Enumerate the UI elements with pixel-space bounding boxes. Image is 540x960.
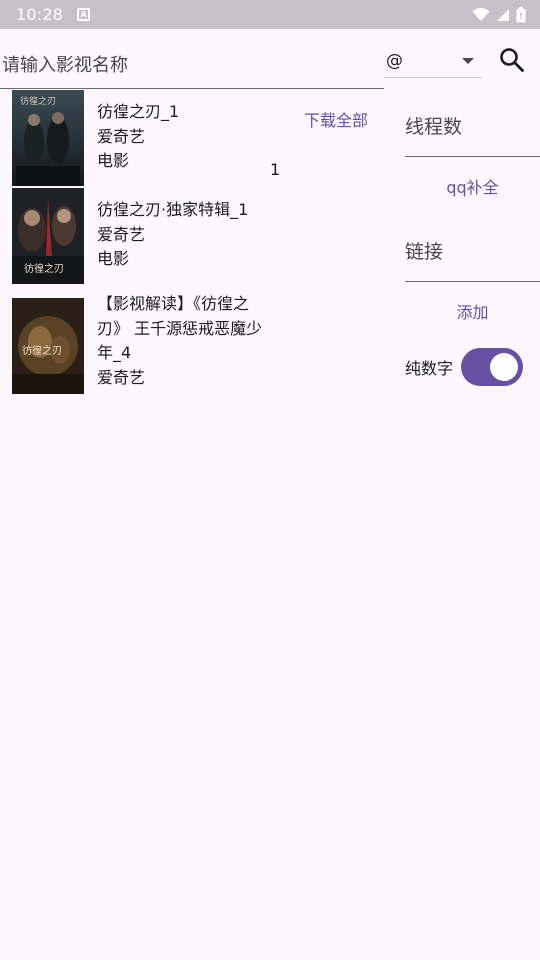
- result-source: 爱奇艺: [97, 224, 146, 244]
- result-type: 电影: [97, 151, 130, 170]
- a-notification-icon: A: [77, 8, 91, 21]
- result-title: 彷徨之刃_1: [97, 102, 180, 121]
- result-meta: 彷徨之刃_1 爱奇艺 电影: [97, 100, 179, 174]
- search-input[interactable]: [0, 38, 384, 89]
- status-icons: !: [472, 6, 526, 23]
- dropdown-caret-icon: [462, 58, 474, 64]
- search-row: @: [0, 38, 540, 90]
- add-label: 添加: [456, 303, 489, 322]
- result-source: 爱奇艺: [97, 126, 146, 146]
- digits-only-row: 纯数字: [405, 347, 525, 387]
- digits-only-switch[interactable]: [461, 348, 523, 386]
- poster-title: 彷徨之刃: [24, 264, 64, 275]
- search-button[interactable]: [496, 44, 528, 76]
- source-select-value: @: [386, 50, 403, 71]
- qq-complete-label: qq补全: [446, 178, 499, 197]
- result-meta: 【影视解读】《彷徨之刃》 王千源惩戒恶魔少年_4 爱奇艺: [97, 292, 277, 390]
- result-source: 爱奇艺: [97, 367, 146, 387]
- svg-text:!: !: [519, 12, 523, 22]
- status-time: 10:28: [16, 5, 64, 24]
- status-bar: 10:28 A !: [0, 0, 540, 29]
- list-item[interactable]: 彷徨之刃 【影视解读】《彷徨之刃》 王千源惩戒恶魔少年_4 爱奇艺: [0, 294, 390, 396]
- list-item[interactable]: 彷徨之刃 彷徨之刃·独家特辑_1 爱奇艺 电影: [0, 188, 390, 298]
- movie-poster: 彷徨之刃: [12, 298, 84, 394]
- qq-complete-button[interactable]: qq补全: [405, 157, 540, 215]
- result-list: 彷徨之刃 彷徨之刃_1 爱奇艺 电影 彷徨之刃 彷徨之刃·独家特辑_1 爱奇艺 …: [0, 90, 390, 396]
- movie-poster: 彷徨之刃: [12, 90, 84, 186]
- download-all-button[interactable]: 下载全部: [304, 107, 368, 131]
- battery-icon: !: [516, 6, 526, 22]
- result-meta: 彷徨之刃·独家特辑_1 爱奇艺 电影: [97, 198, 248, 272]
- source-select[interactable]: @: [384, 44, 482, 78]
- digits-only-label: 纯数字: [405, 359, 454, 378]
- result-title: 【影视解读】《彷徨之刃》 王千源惩戒恶魔少年_4: [97, 294, 263, 362]
- signal-icon: [497, 8, 509, 21]
- threads-field[interactable]: 线程数: [405, 90, 540, 157]
- side-panel: 线程数 qq补全 链接 添加: [405, 90, 540, 340]
- poster-title: 彷徨之刃: [20, 97, 57, 107]
- link-field[interactable]: 链接: [405, 215, 540, 282]
- result-type: 电影: [97, 249, 130, 268]
- poster-title: 彷徨之刃: [22, 346, 62, 357]
- wifi-icon: [472, 7, 490, 21]
- count-label: 1: [270, 160, 281, 179]
- switch-thumb: [490, 353, 518, 381]
- search-icon: [500, 48, 524, 72]
- result-title: 彷徨之刃·独家特辑_1: [97, 200, 249, 219]
- list-item[interactable]: 彷徨之刃 彷徨之刃_1 爱奇艺 电影: [0, 90, 390, 188]
- link-label: 链接: [405, 241, 444, 263]
- threads-label: 线程数: [405, 116, 463, 138]
- add-button[interactable]: 添加: [405, 282, 540, 340]
- movie-poster: 彷徨之刃: [12, 188, 84, 284]
